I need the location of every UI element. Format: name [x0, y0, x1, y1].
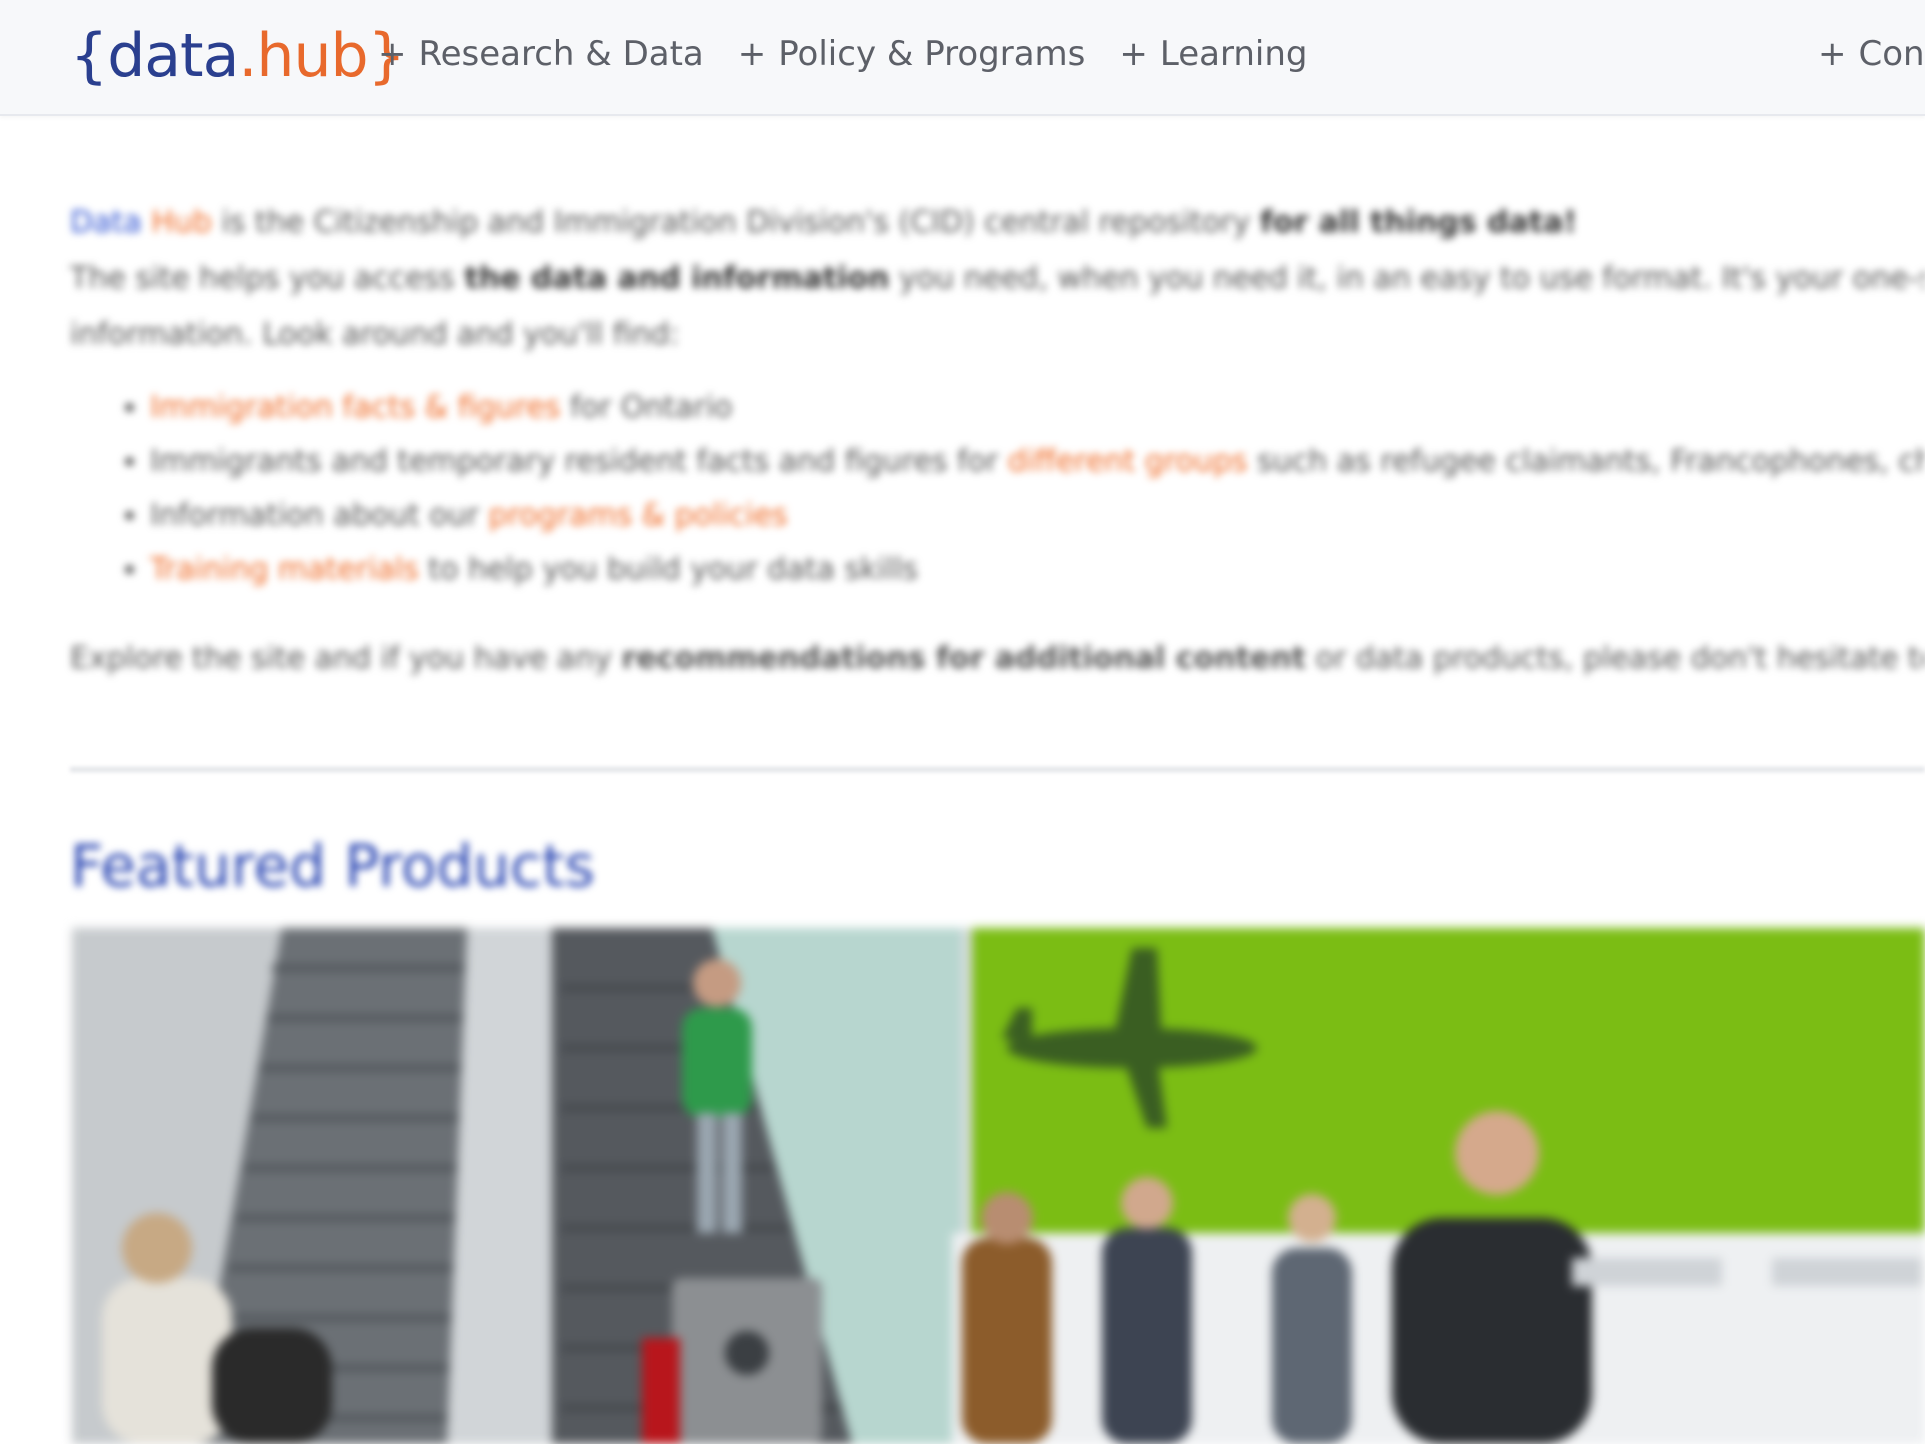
logo-word-hub: hub: [256, 21, 368, 91]
logo-dot: .: [238, 21, 257, 91]
airport-escalator-photo: [72, 928, 1925, 1444]
plus-icon: +: [1818, 34, 1847, 74]
intro-link-hub[interactable]: Hub: [151, 205, 212, 240]
feature-list: Immigration facts & figures for Ontario …: [70, 381, 1925, 597]
logo-word-data: data: [107, 21, 239, 91]
list-item-text: to help you build your data skills: [418, 552, 919, 587]
list-item: Training materials to help you build you…: [150, 543, 1925, 597]
explore-paragraph: Explore the site and if you have any rec…: [70, 631, 1925, 687]
list-item: Immigrants and temporary resident facts …: [150, 435, 1925, 489]
plus-icon: +: [1119, 34, 1148, 74]
intro-bold: for all things data!: [1259, 205, 1578, 240]
featured-product-image[interactable]: [72, 928, 1925, 1444]
nav-item-contact[interactable]: + Cont: [1818, 34, 1925, 74]
training-materials-link[interactable]: Training materials: [150, 552, 419, 587]
top-navigation-bar: {data.hub} + Research & Data + Policy & …: [0, 0, 1925, 116]
plus-icon: +: [737, 34, 767, 74]
nav-item-label: Cont: [1858, 34, 1925, 74]
intro-text: you need, when you need it, in an easy t…: [889, 261, 1925, 296]
datahub-logo[interactable]: {data.hub}: [70, 21, 406, 91]
intro-text: is the Citizenship and Immigration Divis…: [211, 205, 1260, 240]
list-item: Immigration facts & figures for Ontario: [150, 381, 1925, 435]
list-item-text: Immigrants and temporary resident facts …: [150, 444, 1008, 479]
nav-item-policy-programs[interactable]: + Policy & Programs: [738, 34, 1086, 74]
intro-text: The site helps you access: [70, 261, 465, 296]
section-divider: [70, 767, 1925, 772]
explore-bold: recommendations for additional content: [621, 641, 1306, 676]
intro-link-data[interactable]: Data: [70, 205, 142, 240]
nav-item-label: Policy & Programs: [778, 34, 1086, 74]
nav-item-label: Learning: [1159, 34, 1308, 74]
nav-item-research-data[interactable]: + Research & Data: [378, 34, 704, 74]
explore-text: Explore the site and if you have any: [70, 641, 622, 676]
intro-bold: the data and information: [464, 261, 890, 296]
intro-section: Data Hub is the Citizenship and Immigrat…: [70, 195, 1925, 717]
main-nav: + Research & Data + Policy & Programs + …: [378, 34, 1341, 74]
explore-text: or data products, please don't hesitate …: [1305, 641, 1925, 676]
intro-text: information. Look around and you'll find…: [70, 317, 680, 352]
list-item: Information about our programs & policie…: [150, 489, 1925, 543]
list-item-text: for Ontario: [560, 390, 733, 425]
intro-paragraph: Data Hub is the Citizenship and Immigrat…: [70, 195, 1925, 363]
nav-item-learning[interactable]: + Learning: [1119, 34, 1307, 74]
programs-policies-link[interactable]: programs & policies: [489, 498, 788, 533]
list-item-text: such as refugee claimants, Francophones,…: [1257, 444, 1925, 479]
featured-products-heading: Featured Products: [70, 832, 595, 900]
logo-brace-open: {: [70, 21, 108, 91]
immigration-facts-link[interactable]: Immigration facts & figures: [150, 390, 560, 425]
nav-item-label: Research & Data: [418, 34, 704, 74]
list-item-text: Information about our: [150, 498, 489, 533]
plus-icon: +: [378, 34, 407, 74]
different-groups-link[interactable]: different groups: [1008, 444, 1248, 479]
